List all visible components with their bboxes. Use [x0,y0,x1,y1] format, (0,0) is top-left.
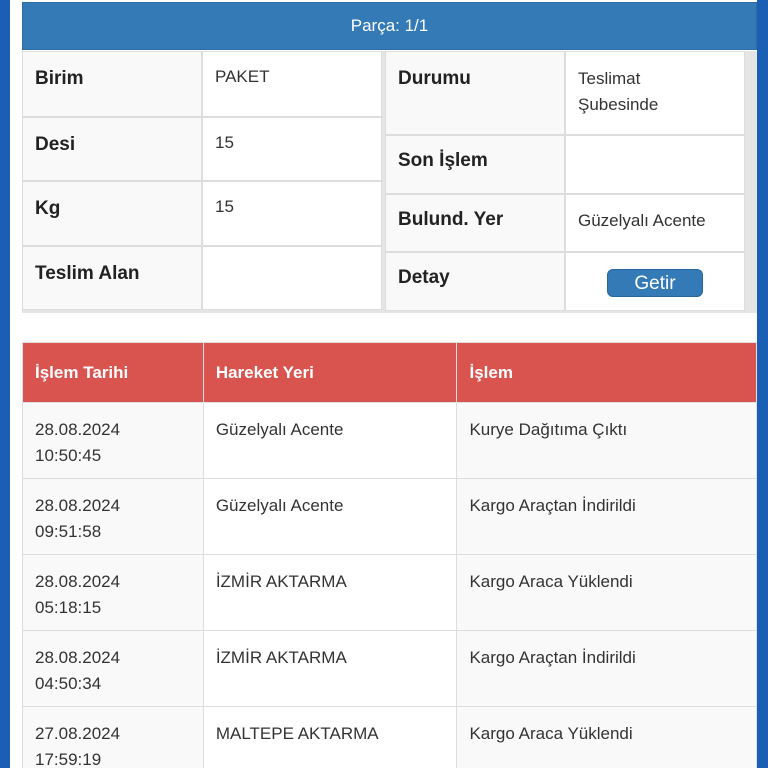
tracking-panel: Parça: 1/1 Birim PAKET Desi 15 Kg 15 Tes… [10,0,757,768]
history-date: 28.08.2024 [35,496,121,515]
history-place: İZMİR AKTARMA [202,554,458,631]
history-date-cell: 27.08.2024 17:59:19 [22,706,204,768]
history-place: İZMİR AKTARMA [202,630,458,707]
table-row: 27.08.2024 17:59:19 MALTEPE AKTARMA Kargo… [22,706,757,768]
history-time: 17:59:19 [35,750,102,768]
info-label-detay: Detay [385,252,565,311]
info-value-son-islem [565,135,745,194]
history-date-cell: 28.08.2024 09:51:58 [22,478,204,555]
part-header: Parça: 1/1 [22,2,757,50]
table-row: 28.08.2024 05:18:15 İZMİR AKTARMA Kargo A… [22,554,757,631]
getir-button[interactable]: Getir [607,269,703,297]
history-header-row: İşlem Tarihi Hareket Yeri İşlem [22,342,757,403]
table-row: 28.08.2024 04:50:34 İZMİR AKTARMA Kargo A… [22,630,757,707]
movement-history-table: İşlem Tarihi Hareket Yeri İşlem 28.08.20… [22,342,757,768]
history-time: 04:50:34 [35,674,102,693]
info-value-durumu-line1: Teslimat [578,69,641,88]
info-value-desi: 15 [202,117,382,181]
info-label-son-islem: Son İşlem [385,135,565,194]
info-value-birim: PAKET [202,51,382,117]
info-label-durumu: Durumu [385,51,565,135]
history-time: 05:18:15 [35,598,102,617]
shipment-info-right: Durumu Teslimat Şubesinde Son İşlem Bulu… [385,51,745,311]
history-header-place: Hareket Yeri [202,342,458,403]
history-place: Güzelyalı Acente [202,402,458,479]
info-value-durumu: Teslimat Şubesinde [565,51,745,135]
history-date: 28.08.2024 [35,572,121,591]
shipment-info: Birim PAKET Desi 15 Kg 15 Teslim Alan Du… [22,51,757,313]
info-label-desi: Desi [22,117,202,181]
info-label-birim: Birim [22,51,202,117]
history-time: 10:50:45 [35,446,102,465]
history-place: Güzelyalı Acente [202,478,458,555]
history-date-cell: 28.08.2024 10:50:45 [22,402,204,479]
history-date: 27.08.2024 [35,724,121,743]
history-action: Kargo Araçtan İndirildi [456,630,757,707]
history-action: Kurye Dağıtıma Çıktı [456,402,757,479]
history-date-cell: 28.08.2024 05:18:15 [22,554,204,631]
history-date: 28.08.2024 [35,648,121,667]
history-date: 28.08.2024 [35,420,121,439]
history-action: Kargo Araca Yüklendi [456,554,757,631]
table-row: 28.08.2024 10:50:45 Güzelyalı Acente Kury… [22,402,757,479]
history-action: Kargo Araçtan İndirildi [456,478,757,555]
info-value-durumu-line2: Şubesinde [578,95,659,114]
info-value-detay: Getir [565,252,745,311]
info-value-kg: 15 [202,181,382,246]
table-row: 28.08.2024 09:51:58 Güzelyalı Acente Karg… [22,478,757,555]
history-header-date: İşlem Tarihi [22,342,204,403]
history-place: MALTEPE AKTARMA [202,706,458,768]
shipment-info-left: Birim PAKET Desi 15 Kg 15 Teslim Alan [22,51,382,310]
info-label-kg: Kg [22,181,202,246]
history-header-action: İşlem [456,342,757,403]
info-label-bulund-yer: Bulund. Yer [385,194,565,252]
info-value-teslim-alan [202,246,382,310]
part-header-label: Parça: 1/1 [350,16,429,35]
history-action: Kargo Araca Yüklendi [456,706,757,768]
info-value-bulund-yer: Güzelyalı Acente [565,194,745,252]
history-time: 09:51:58 [35,522,102,541]
info-label-teslim-alan: Teslim Alan [22,246,202,310]
history-date-cell: 28.08.2024 04:50:34 [22,630,204,707]
